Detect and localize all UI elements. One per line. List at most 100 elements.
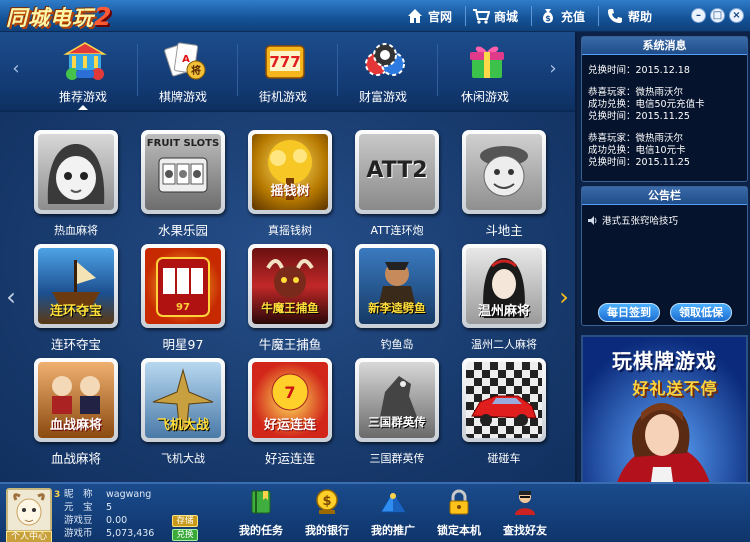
ingot-row: 元 宝 5 bbox=[64, 501, 112, 514]
slot-777-icon: 777 bbox=[265, 45, 305, 79]
help-link[interactable]: 帮助 bbox=[606, 7, 652, 25]
deposit-button[interactable]: 存储 bbox=[172, 515, 198, 527]
lady-portrait-icon: 温州麻将 bbox=[466, 248, 542, 324]
bank-coin-icon: $ bbox=[316, 489, 338, 514]
grid-next-arrow[interactable]: › bbox=[556, 282, 572, 312]
recharge-link[interactable]: $ 充值 bbox=[539, 7, 585, 25]
game-tile-star-97[interactable]: 97 明星97 bbox=[141, 244, 231, 356]
notice-board-title: 公告栏 bbox=[582, 187, 747, 205]
landlord-character-icon bbox=[466, 134, 542, 210]
game-tile-chain-treasure[interactable]: 连环夺宝 连环夺宝 bbox=[34, 244, 124, 356]
svg-text:$: $ bbox=[545, 14, 551, 23]
game-tile-money-tree[interactable]: 摇钱树 真摇钱树 bbox=[248, 130, 338, 242]
task-book-icon bbox=[251, 490, 271, 514]
system-message-line: 兑换时间：2015.12.18 bbox=[588, 65, 690, 76]
promo-subline: 好礼送不停 bbox=[632, 379, 718, 398]
ingot-label: 元 宝 bbox=[64, 502, 93, 513]
anime-girl-icon bbox=[38, 134, 114, 210]
game-coins-value: 5,073,436 bbox=[106, 528, 155, 539]
phone-icon bbox=[608, 9, 622, 23]
official-site-link[interactable]: 官网 bbox=[406, 7, 452, 25]
game-coins-label: 游戏币 bbox=[64, 528, 93, 539]
notice-item[interactable]: 港式五张窍哈技巧 bbox=[588, 213, 741, 227]
game-tile-fruit-paradise[interactable]: FRUIT SLOTS 水果乐园 bbox=[141, 130, 231, 242]
mall-link[interactable]: 商城 bbox=[472, 7, 518, 25]
ingot-value: 5 bbox=[106, 502, 113, 513]
game-tile-fishing-island[interactable]: 新李逵劈鱼 钓鱼岛 bbox=[355, 244, 445, 356]
system-message-line: 成功兑换：电信10元卡 bbox=[588, 145, 686, 156]
close-button[interactable]: × bbox=[729, 8, 744, 23]
notice-list: 港式五张窍哈技巧 bbox=[582, 205, 747, 315]
category-arcade-games[interactable]: 777 街机游戏 bbox=[238, 38, 328, 110]
category-card-games[interactable]: A 将 棋牌游戏 bbox=[138, 38, 228, 110]
race-car-icon bbox=[466, 362, 542, 438]
game-tile-good-luck[interactable]: 7 好运连连 好运连连 bbox=[248, 358, 338, 470]
game-tile-fight-landlord[interactable]: 斗地主 bbox=[462, 130, 552, 242]
home-icon bbox=[408, 9, 422, 23]
claim-subsidy-button[interactable]: 领取低保 bbox=[670, 303, 732, 322]
maximize-button[interactable]: □ bbox=[710, 8, 725, 23]
game-tile-three-kingdoms[interactable]: 三国群英传 三国群英传 bbox=[355, 358, 445, 470]
system-messages-title: 系统消息 bbox=[582, 37, 747, 55]
grid-prev-arrow[interactable]: ‹ bbox=[3, 282, 19, 312]
app-logo-number: 2 bbox=[94, 2, 113, 31]
game-label: 好运连连 bbox=[264, 451, 315, 466]
money-bag-icon: $ bbox=[543, 9, 553, 23]
system-messages-list[interactable]: 兑换时间：2015.12.18 恭喜玩家：微热雨沃尔 成功兑换：电信50元充值卡… bbox=[582, 55, 747, 183]
game-tile-hot-mahjong[interactable]: 热血麻将 bbox=[34, 130, 124, 242]
gift-box-icon bbox=[470, 46, 504, 78]
daily-signin-button[interactable]: 每日签到 bbox=[598, 303, 660, 322]
game-label: 飞机大战 bbox=[161, 452, 205, 465]
lock-machine-button[interactable]: 锁定本机 bbox=[428, 488, 490, 542]
avatar[interactable] bbox=[6, 488, 52, 532]
game-label: 热血麻将 bbox=[54, 224, 98, 237]
exchange-button[interactable]: 兑换 bbox=[172, 529, 198, 541]
shopping-cart-icon bbox=[473, 9, 490, 24]
find-friends-button[interactable]: 查找好友 bbox=[494, 488, 556, 542]
my-promotion-label: 我的推广 bbox=[371, 524, 415, 537]
money-tree-icon: 摇钱树 bbox=[252, 134, 328, 210]
divider bbox=[437, 44, 438, 96]
my-tasks-button[interactable]: 我的任务 bbox=[230, 488, 292, 542]
notice-item-label: 港式五张窍哈技巧 bbox=[602, 216, 679, 227]
game-tile-att-cannon[interactable]: ATT2 ATT连环炮 bbox=[355, 130, 445, 242]
find-friends-label: 查找好友 bbox=[503, 524, 547, 537]
speaker-icon bbox=[588, 215, 597, 225]
my-bank-button[interactable]: $ 我的银行 bbox=[296, 488, 358, 542]
category-recommended[interactable]: 推荐游戏 bbox=[38, 38, 128, 110]
game-tile-wenzhou-mahjong[interactable]: 温州麻将 温州二人麻将 bbox=[462, 244, 552, 356]
minimize-button[interactable]: – bbox=[691, 8, 706, 23]
system-message-line: 兑换时间：2015.11.25 bbox=[588, 157, 690, 168]
category-prev-arrow[interactable]: ‹ bbox=[6, 54, 26, 84]
game-coins-row: 游戏币 5,073,436 bbox=[64, 527, 154, 540]
game-label: 连环夺宝 bbox=[50, 337, 101, 352]
system-message-line: 恭喜玩家：微热雨沃尔 bbox=[588, 133, 684, 144]
casino-chips-icon bbox=[365, 43, 405, 76]
svg-text:$: $ bbox=[322, 494, 331, 509]
pyramid-icon bbox=[380, 491, 406, 513]
my-promotion-button[interactable]: 我的推广 bbox=[362, 488, 424, 542]
game-tile-blood-battle-mahjong[interactable]: 血战麻将 血战麻将 bbox=[34, 358, 124, 470]
category-bar: ‹ 推荐游戏 A 将 棋牌游戏 777 街机游戏 财富游戏 休闲游戏 › bbox=[0, 32, 575, 112]
game-tile-bull-demon-fishing[interactable]: 牛魔王捕鱼 牛魔王捕鱼 bbox=[248, 244, 338, 356]
system-message-line: 恭喜玩家：微热雨沃尔 bbox=[588, 87, 684, 98]
game-label: ATT连环炮 bbox=[370, 224, 424, 237]
selected-category-indicator bbox=[78, 105, 88, 110]
game-beans-label: 游戏豆 bbox=[64, 515, 93, 526]
category-next-arrow[interactable]: › bbox=[543, 54, 563, 84]
category-casual-games[interactable]: 休闲游戏 bbox=[440, 38, 530, 110]
title-bar: 同城电玩2 官网 商城 $ 充值 帮助 – □ × bbox=[0, 0, 750, 32]
my-bank-label: 我的银行 bbox=[305, 524, 349, 537]
game-tile-plane-battle[interactable]: 飞机大战 飞机大战 bbox=[141, 358, 231, 470]
system-message-line: 兑换时间：2015.11.25 bbox=[588, 111, 690, 122]
game-label: 三国群英传 bbox=[369, 452, 425, 465]
category-label: 休闲游戏 bbox=[460, 90, 509, 104]
recharge-label: 充值 bbox=[561, 9, 586, 24]
warhorse-icon: 三国群英传 bbox=[359, 362, 435, 438]
nickname-value: wagwang bbox=[106, 489, 152, 500]
right-panel: 系统消息 兑换时间：2015.12.18 恭喜玩家：微热雨沃尔 成功兑换：电信5… bbox=[575, 32, 750, 535]
att2-logo-icon: ATT2 bbox=[359, 134, 435, 210]
category-wealth-games[interactable]: 财富游戏 bbox=[338, 38, 428, 110]
personal-center-button[interactable]: 个人中心 bbox=[6, 531, 52, 542]
game-tile-bumper-cars[interactable]: 碰碰车 bbox=[462, 358, 552, 470]
